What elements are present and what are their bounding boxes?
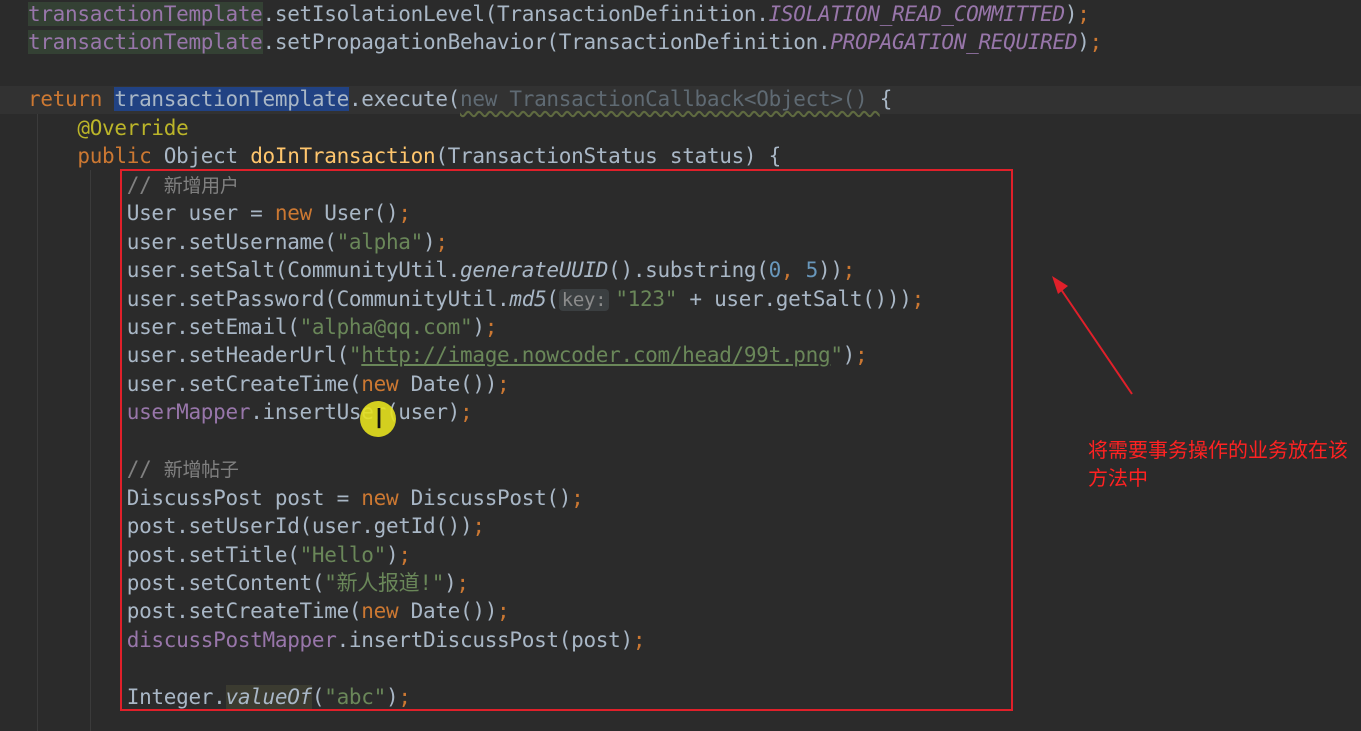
code-token: ; [1077,2,1090,26]
code-line[interactable]: transactionTemplate.setIsolationLevel(Tr… [28,0,1090,28]
code-token: doInTransaction [250,144,436,169]
text-cursor-icon: I [374,402,384,435]
code-line[interactable]: public Object doInTransaction(Transactio… [28,142,781,170]
code-token: transactionTemplate [28,2,263,26]
annotation-arrow [1052,276,1133,395]
code-token: new TransactionCallback<Object>() [460,87,880,112]
code-token: .execute( [348,87,461,112]
code-token: @Override [28,115,189,140]
code-token: ; [1089,30,1103,55]
annotation-text: 将需要事务操作的业务放在该方法中 [1088,438,1348,490]
code-token: ISOLATION_READ_COMMITTED [768,2,1066,26]
code-line[interactable]: @Override [28,114,188,142]
code-line[interactable]: transactionTemplate.setPropagationBehavi… [28,28,1102,56]
code-token: (TransactionStatus status) { [435,144,781,169]
code-token: { [879,87,893,112]
code-token: transactionTemplate [28,30,263,55]
code-token: return [28,87,115,112]
code-token: Object [163,144,251,169]
code-line[interactable]: return transactionTemplate.execute(new T… [28,85,892,113]
code-token: transactionTemplate [114,87,349,112]
highlight-box [120,169,1013,711]
code-token: .setIsolationLevel(TransactionDefinition… [262,2,769,26]
code-token: ) [1064,2,1078,26]
code-token: ) [1077,30,1090,55]
code-token: public [28,144,164,169]
code-token: .setPropagationBehavior(TransactionDefin… [262,30,831,55]
code-token: PROPAGATION_REQUIRED [830,30,1078,55]
